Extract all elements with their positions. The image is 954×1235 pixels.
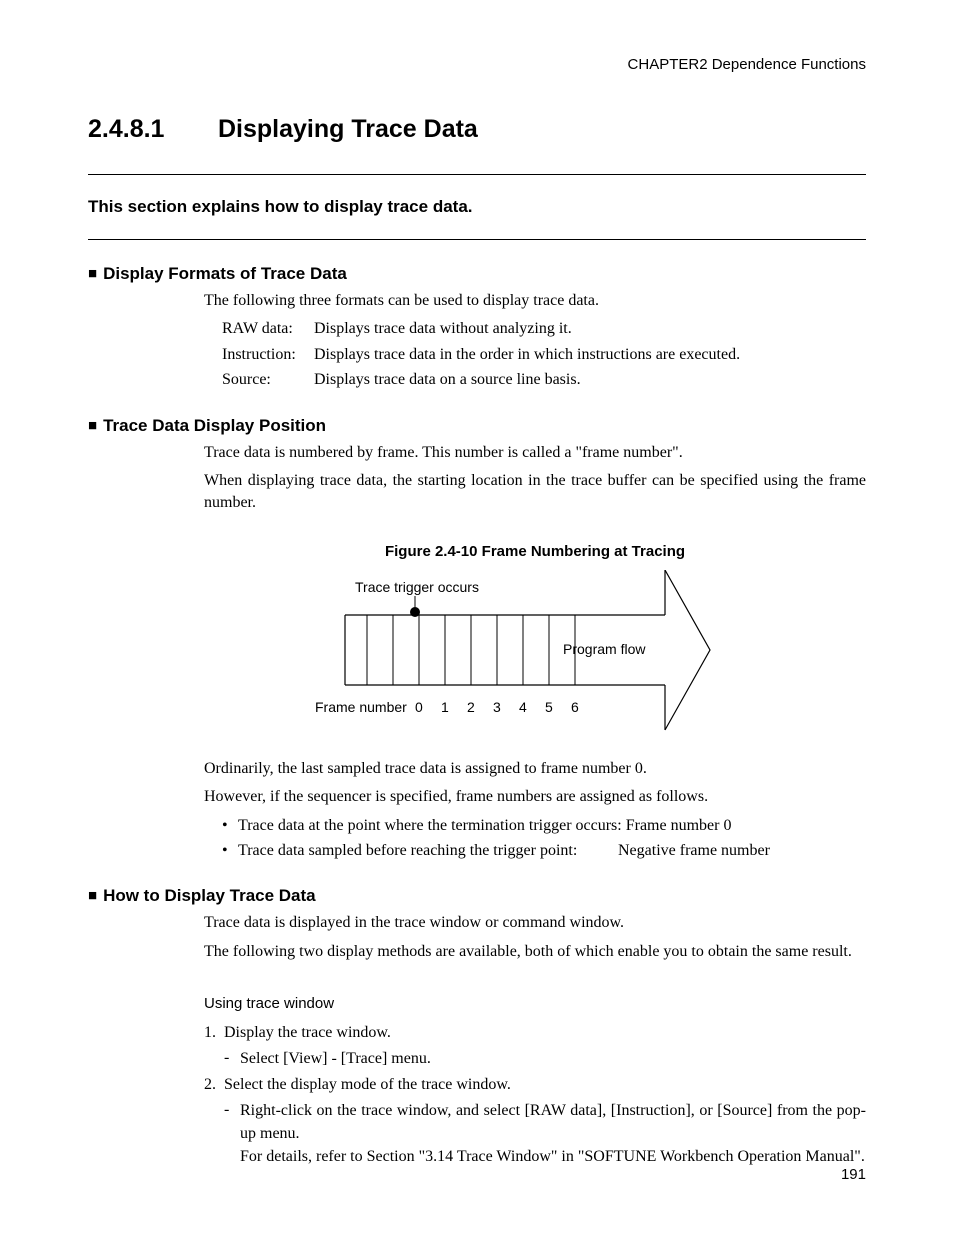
bullet-item: •Trace data sampled before reaching the … <box>222 840 866 862</box>
tick-label: 4 <box>519 699 527 715</box>
sub-step: -Select [View] - [Trace] menu. <box>224 1047 866 1070</box>
paragraph: Trace data is numbered by frame. This nu… <box>204 442 866 464</box>
section-body-2: Trace data is numbered by frame. This nu… <box>204 442 866 863</box>
figure: Trace trigger occurs Program flow Fr <box>204 570 866 740</box>
intro-text: This section explains how to display tra… <box>88 197 866 217</box>
definition-list: RAW data:Displays trace data without ana… <box>204 318 866 391</box>
definition-label: Instruction: <box>222 344 314 366</box>
frame-numbering-diagram: Trace trigger occurs Program flow Fr <box>315 570 755 740</box>
tick-label: 1 <box>441 699 449 715</box>
dash-icon: - <box>224 1047 240 1070</box>
heading-text: How to Display Trace Data <box>103 886 316 905</box>
paragraph: Ordinarily, the last sampled trace data … <box>204 758 866 780</box>
heading-display-position: ■ Trace Data Display Position <box>88 416 866 436</box>
paragraph: Trace data is displayed in the trace win… <box>204 912 866 934</box>
bullet-item: •Trace data at the point where the termi… <box>222 815 866 837</box>
square-bullet-icon: ■ <box>88 887 97 904</box>
sub-heading-using-trace-window: Using trace window <box>204 993 866 1014</box>
bullet-text-left: Trace data sampled before reaching the t… <box>238 840 618 862</box>
heading-how-to-display: ■ How to Display Trace Data <box>88 886 866 906</box>
definition-desc: Displays trace data in the order in whic… <box>314 344 740 366</box>
chapter-header: CHAPTER2 Dependence Functions <box>88 56 866 73</box>
section-body-1: The following three formats can be used … <box>204 290 866 392</box>
bullet-text: Trace data at the point where the termin… <box>238 815 731 837</box>
page-number: 191 <box>841 1166 866 1183</box>
definition-desc: Displays trace data on a source line bas… <box>314 369 581 391</box>
square-bullet-icon: ■ <box>88 417 97 434</box>
page: CHAPTER2 Dependence Functions 2.4.8.1Dis… <box>0 0 954 1212</box>
bullet-text-right: Negative frame number <box>618 840 770 862</box>
bullet-dot-icon: • <box>222 840 238 862</box>
heading-text: Trace Data Display Position <box>103 416 326 435</box>
definition-row: RAW data:Displays trace data without ana… <box>222 318 866 340</box>
trigger-label: Trace trigger occurs <box>355 579 479 595</box>
definition-label: Source: <box>222 369 314 391</box>
figure-caption: Figure 2.4-10 Frame Numbering at Tracing <box>204 541 866 562</box>
numbered-list: 1.Display the trace window.-Select [View… <box>204 1022 866 1169</box>
section-body-3: Trace data is displayed in the trace win… <box>204 912 866 1168</box>
frame-number-label: Frame number <box>315 699 407 715</box>
section-title: Displaying Trace Data <box>218 115 478 143</box>
definition-desc: Displays trace data without analyzing it… <box>314 318 572 340</box>
paragraph: However, if the sequencer is specified, … <box>204 786 866 808</box>
rule-top <box>88 174 866 175</box>
definition-label: RAW data: <box>222 318 314 340</box>
paragraph: When displaying trace data, the starting… <box>204 470 866 515</box>
flow-label: Program flow <box>563 641 646 657</box>
step-number: 2. <box>204 1074 224 1096</box>
bullet-list: •Trace data at the point where the termi… <box>222 815 866 863</box>
definition-row: Instruction:Displays trace data in the o… <box>222 344 866 366</box>
section-title-row: 2.4.8.1Displaying Trace Data <box>88 115 866 144</box>
tick-label: 2 <box>467 699 475 715</box>
tick-label: 5 <box>545 699 553 715</box>
tick-label: 3 <box>493 699 501 715</box>
definition-row: Source:Displays trace data on a source l… <box>222 369 866 391</box>
tick-label: 6 <box>571 699 579 715</box>
list-step: 2.Select the display mode of the trace w… <box>204 1074 866 1096</box>
paragraph: The following two display methods are av… <box>204 941 866 963</box>
heading-display-formats: ■ Display Formats of Trace Data <box>88 264 866 284</box>
step-text: Select the display mode of the trace win… <box>224 1074 866 1096</box>
bullet-dot-icon: • <box>222 815 238 837</box>
sub-step-text: Right-click on the trace window, and sel… <box>240 1099 866 1169</box>
sub-step-text: Select [View] - [Trace] menu. <box>240 1047 866 1070</box>
square-bullet-icon: ■ <box>88 265 97 282</box>
step-text: Display the trace window. <box>224 1022 866 1044</box>
section-number: 2.4.8.1 <box>88 115 218 144</box>
sub-step: -Right-click on the trace window, and se… <box>224 1099 866 1169</box>
step-number: 1. <box>204 1022 224 1044</box>
rule-bottom <box>88 239 866 240</box>
paragraph: The following three formats can be used … <box>204 290 866 312</box>
dash-icon: - <box>224 1099 240 1169</box>
list-step: 1.Display the trace window. <box>204 1022 866 1044</box>
heading-text: Display Formats of Trace Data <box>103 264 347 283</box>
tick-label: 0 <box>415 699 423 715</box>
